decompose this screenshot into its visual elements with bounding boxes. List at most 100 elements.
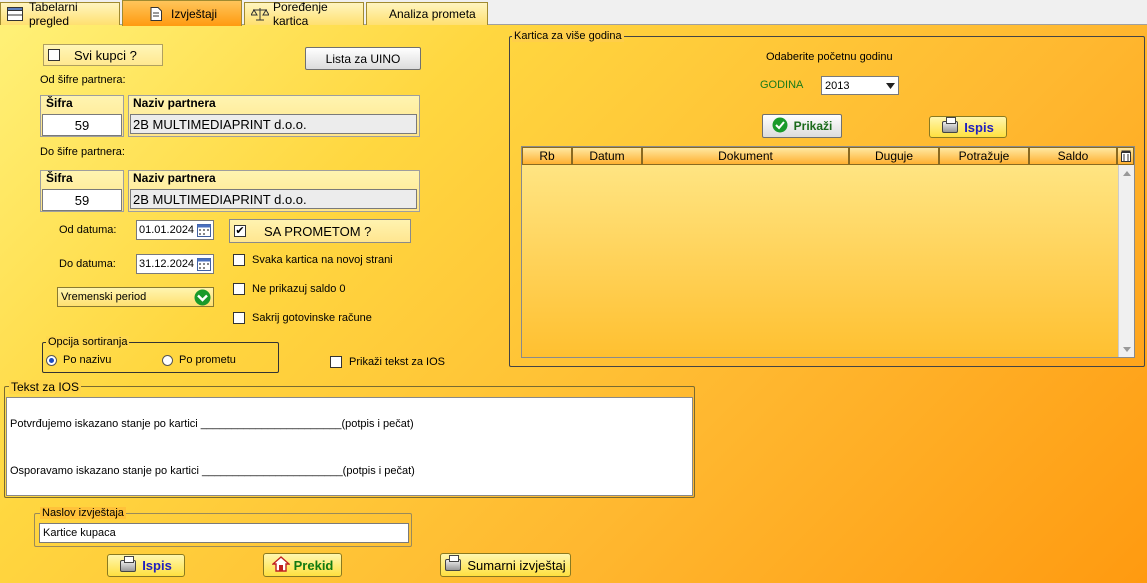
od-sifre-label: Od šifre partnera: [40,74,126,86]
tab-label: Izvještaji [171,6,218,21]
radio-label: Po prometu [179,354,236,366]
checkbox-label: Prikaži tekst za IOS [349,356,445,368]
tab-poredjenje-kartica[interactable]: Poređenje kartica [244,0,364,28]
checkbox-label: Ne prikazuj saldo 0 [252,283,346,295]
calendar-icon[interactable] [197,223,211,240]
sakrij-racune-checkbox[interactable]: Sakrij gotovinske račune [233,312,372,324]
period-value: Vremenski period [61,291,147,303]
do-naziv-box: Naziv partnera 2B MULTIMEDIAPRINT d.o.o. [128,170,420,212]
svi-kupci-checkbox[interactable]: Svi kupci ? [43,44,163,66]
home-icon [270,555,291,575]
grid-vertical-scrollbar[interactable] [1118,165,1134,357]
column-header-saldo[interactable]: Saldo [1029,147,1117,165]
tab-label: Tabelarni pregled [29,0,78,28]
document-icon [149,6,165,21]
tab-tabelarni-pregled[interactable]: Tabelarni pregled [0,0,120,28]
tab-izvjestaji[interactable]: Izvještaji [122,0,242,26]
check-circle-icon [772,117,788,136]
checkbox-box[interactable] [233,283,245,295]
table-icon [7,7,23,21]
do-datuma-input[interactable]: 31.12.2024 [136,254,214,274]
do-sifre-label: Do šifre partnera: [40,146,125,158]
od-sifra-input[interactable]: 59 [42,114,122,136]
column-chooser-icon[interactable] [1117,147,1134,165]
od-sifra-box: Šifra 59 [40,95,124,137]
scroll-up-icon[interactable] [1119,165,1135,181]
naslov-group-title: Naslov izvještaja [40,507,126,519]
date-value: 31.12.2024 [139,258,195,270]
radio-button[interactable] [162,354,173,366]
chevron-down-icon [194,289,211,309]
prikazi-tekst-ios-checkbox[interactable]: Prikaži tekst za IOS [330,356,445,368]
ios-line-2: Osporavamo iskazano stanje po kartici __… [10,465,415,477]
od-datuma-input[interactable]: 01.01.2024 [136,220,214,240]
scroll-down-icon[interactable] [1119,341,1135,357]
naziv-label: Naziv partnera [133,171,216,185]
sa-prometom-checkbox[interactable]: ✔ SA PROMETOM ? [229,219,411,243]
checkbox-box[interactable] [330,356,342,368]
right-ispis-button[interactable]: Ispis [929,116,1007,138]
chevron-down-icon [886,81,895,93]
calendar-icon[interactable] [197,257,211,274]
tab-analiza-prometa[interactable]: Analiza prometa [366,2,488,25]
date-value: 01.01.2024 [139,224,195,236]
column-header-potrazuje[interactable]: Potražuje [939,147,1029,165]
ios-line-1: Potvrđujemo iskazano stanje po kartici _… [10,418,414,430]
checkbox-label: Svaka kartica na novoj strani [252,254,393,266]
checkbox-box[interactable] [233,312,245,324]
od-naziv-box: Naziv partnera 2B MULTIMEDIAPRINT d.o.o. [128,95,420,137]
radio-label: Po nazivu [63,354,112,366]
do-sifra-box: Šifra 59 [40,170,124,212]
sort-promet-radio[interactable]: Po prometu [162,354,236,366]
printer-icon [445,555,462,571]
button-label: Sumarni izvještaj [467,557,566,573]
column-header-dokument[interactable]: Dokument [642,147,849,165]
odaberite-godinu-label: Odaberite početnu godinu [766,51,893,63]
checkbox-label: Sakrij gotovinske račune [252,312,372,324]
button-label: Prekid [293,557,334,573]
tab-label: Poređenje kartica [273,0,328,28]
radio-button[interactable] [46,354,57,366]
tab-label: Analiza prometa [389,7,476,21]
printer-icon [942,117,959,133]
vremenski-period-select[interactable]: Vremenski period [57,287,214,307]
od-naziv-input[interactable]: 2B MULTIMEDIAPRINT d.o.o. [130,114,417,134]
printer-icon [120,555,137,572]
ispis-button[interactable]: Ispis [107,554,185,577]
kartica-grid[interactable] [521,146,1135,358]
svi-kupci-label: Svi kupci ? [74,47,137,63]
do-datuma-label: Do datuma: [59,258,116,270]
lista-uino-button[interactable]: Lista za UINO [305,47,421,70]
naziv-label: Naziv partnera [133,96,216,110]
sifra-label: Šifra [46,96,73,110]
column-header-datum[interactable]: Datum [572,147,642,165]
checkbox-box[interactable] [233,254,245,266]
do-sifra-input[interactable]: 59 [42,189,122,211]
godina-value: 2013 [825,79,850,92]
sort-group-title: Opcija sortiranja [46,336,130,348]
prekid-button[interactable]: Prekid [263,553,342,577]
godina-select[interactable]: 2013 [821,76,899,95]
svaka-kartica-checkbox[interactable]: Svaka kartica na novoj strani [233,254,393,266]
ios-textarea[interactable]: Potvrđujemo iskazano stanje po kartici _… [6,397,693,496]
scales-icon [250,7,270,21]
button-label: Prikaži [793,119,833,133]
sumarni-izvjestaj-button[interactable]: Sumarni izvještaj [440,553,571,577]
sifra-label: Šifra [46,171,73,185]
sort-naziv-radio[interactable]: Po nazivu [46,354,111,366]
column-header-rb[interactable]: Rb [522,147,572,165]
checkbox-box[interactable] [48,49,60,61]
od-datuma-label: Od datuma: [59,224,117,236]
checkbox-box[interactable]: ✔ [234,225,246,237]
ios-group-title: Tekst za IOS [9,380,82,394]
column-header-duguje[interactable]: Duguje [849,147,939,165]
kartica-vise-godina-title: Kartica za više godina [512,30,624,42]
button-label: Ispis [964,119,994,135]
button-label: Ispis [142,558,172,573]
sa-prometom-label: SA PROMETOM ? [264,223,372,239]
naslov-input[interactable]: Kartice kupaca [39,523,409,543]
prikazi-button[interactable]: Prikaži [762,114,842,138]
ne-prikazuj-saldo-checkbox[interactable]: Ne prikazuj saldo 0 [233,283,346,295]
godina-label: GODINA [760,79,804,91]
do-naziv-input[interactable]: 2B MULTIMEDIAPRINT d.o.o. [130,189,417,209]
